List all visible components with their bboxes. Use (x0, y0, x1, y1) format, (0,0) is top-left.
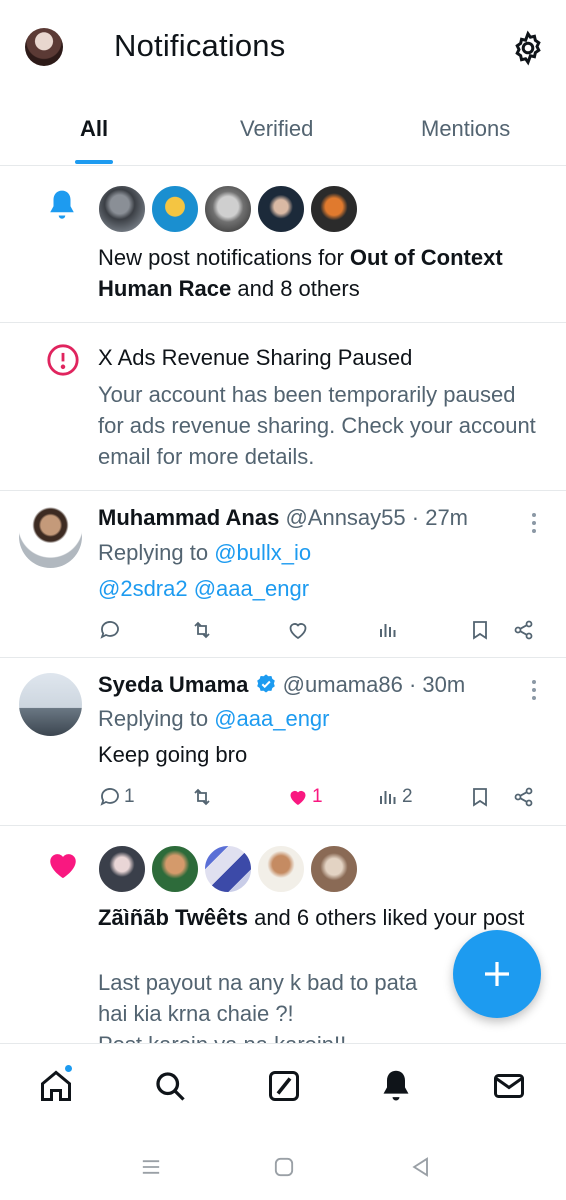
more-options-icon[interactable] (530, 678, 538, 704)
top-bar: Notifications (0, 0, 566, 96)
reply-tweet-item[interactable]: Syeda Umama @umama86 · 30m Replying to @… (0, 658, 566, 826)
like-button[interactable] (286, 616, 310, 644)
avatar-group (97, 184, 362, 234)
avatar[interactable] (203, 844, 253, 894)
nav-notifications[interactable] (378, 1068, 418, 1108)
author-name[interactable]: Muhammad Anas (98, 505, 279, 530)
repost-icon (194, 621, 210, 639)
home-icon (41, 1070, 71, 1101)
search-icon (156, 1072, 185, 1101)
bell-filled-icon (383, 1070, 409, 1101)
tweet-header: Syeda Umama @umama86 · 30m (98, 670, 465, 703)
heart-filled-icon (290, 790, 306, 805)
repost-icon (194, 788, 210, 806)
tweet-actions (98, 616, 538, 646)
author-handle[interactable]: @umama86 (283, 672, 403, 697)
notification-text: New post notifications for Out of Contex… (98, 245, 503, 301)
verified-badge-icon (255, 673, 277, 703)
mention-link[interactable]: @bullx_io (214, 540, 311, 565)
mention-link[interactable]: @aaa_engr (214, 706, 329, 731)
account-name[interactable]: Zãìñãb Twêêts (98, 905, 248, 930)
bottom-navigation (0, 1043, 566, 1133)
post-notification-item[interactable]: New post notifications for Out of Contex… (0, 166, 566, 323)
recents-icon[interactable] (137, 1153, 165, 1181)
heart-icon (289, 623, 307, 640)
reply-tweet-item[interactable]: Muhammad Anas @Annsay55 · 27m Replying t… (0, 491, 566, 658)
bookmark-button[interactable] (468, 783, 492, 811)
nav-search[interactable] (152, 1068, 192, 1108)
avatar[interactable] (309, 184, 359, 234)
unread-dot (64, 1064, 73, 1073)
nav-home[interactable] (38, 1068, 78, 1108)
avatar[interactable] (256, 844, 306, 894)
bookmark-button[interactable] (468, 616, 492, 644)
ads-paused-notification[interactable]: X Ads Revenue Sharing Paused Your accoun… (0, 323, 566, 491)
active-tab-indicator (75, 160, 113, 164)
bookmark-icon (473, 788, 487, 807)
reply-icon (100, 788, 119, 806)
settings-gear-icon[interactable] (510, 30, 546, 66)
share-icon (514, 620, 533, 640)
views-button[interactable] (376, 616, 400, 644)
back-icon[interactable] (406, 1153, 434, 1181)
tab-mentions[interactable]: Mentions (421, 116, 510, 142)
views-count: 2 (402, 786, 413, 807)
grok-icon (269, 1071, 299, 1101)
avatar[interactable] (150, 184, 200, 234)
reply-count: 1 (124, 786, 135, 807)
tweet-time: · 27m (411, 505, 469, 530)
more-options-icon[interactable] (530, 511, 538, 537)
share-button[interactable] (512, 616, 536, 644)
tweet-actions: 1 1 2 (98, 783, 538, 813)
avatar[interactable] (256, 184, 306, 234)
share-button[interactable] (512, 783, 536, 811)
author-handle[interactable]: @Annsay55 (285, 505, 405, 530)
bookmark-icon (473, 621, 487, 640)
tweet-mentions[interactable]: @2sdra2 @aaa_engr (98, 573, 536, 604)
reply-icon (100, 621, 119, 639)
avatar[interactable] (19, 673, 82, 736)
tweet-time: · 30m (408, 672, 466, 697)
author-name[interactable]: Syeda Umama (98, 672, 248, 697)
avatar-group (97, 844, 362, 894)
alert-circle-icon (46, 343, 80, 382)
replying-to-line: Replying to @bullx_io (98, 540, 312, 565)
repost-button[interactable] (190, 616, 214, 644)
reply-button[interactable] (98, 616, 122, 644)
reply-button[interactable]: 1 (98, 783, 135, 811)
nav-messages[interactable] (491, 1068, 531, 1108)
bell-icon (46, 188, 78, 227)
system-navigation-bar (0, 1133, 566, 1200)
tab-bar: All Verified Mentions (0, 96, 566, 166)
tab-all[interactable]: All (80, 116, 108, 142)
repost-button[interactable] (190, 783, 214, 811)
page-title: Notifications (114, 28, 286, 63)
like-count: 1 (312, 786, 323, 807)
avatar[interactable] (203, 184, 253, 234)
profile-avatar[interactable] (25, 28, 63, 66)
share-icon (514, 787, 533, 807)
tab-verified[interactable]: Verified (240, 116, 313, 142)
avatar[interactable] (97, 844, 147, 894)
like-button[interactable]: 1 (286, 783, 323, 811)
heart-filled-icon (46, 848, 80, 885)
ads-paused-body: Your account has been temporarily paused… (98, 382, 536, 469)
tweet-header: Muhammad Anas @Annsay55 · 27m (98, 503, 468, 533)
tweet-body: Keep going bro (98, 742, 248, 767)
replying-to-line: Replying to @aaa_engr (98, 706, 330, 731)
avatar[interactable] (150, 844, 200, 894)
compose-fab-button[interactable] (453, 930, 541, 1018)
views-button[interactable]: 2 (376, 783, 413, 811)
avatar[interactable] (19, 505, 82, 568)
avatar[interactable] (97, 184, 147, 234)
views-icon (380, 624, 396, 637)
mail-icon (494, 1074, 524, 1098)
nav-grok[interactable] (266, 1068, 306, 1108)
ads-paused-title: X Ads Revenue Sharing Paused (98, 345, 413, 370)
avatar[interactable] (309, 844, 359, 894)
likes-text: Zãìñãb Twêêts and 6 others liked your po… (98, 905, 525, 930)
home-circle-icon[interactable] (270, 1153, 298, 1181)
plus-icon (485, 962, 509, 986)
views-icon (380, 791, 396, 804)
